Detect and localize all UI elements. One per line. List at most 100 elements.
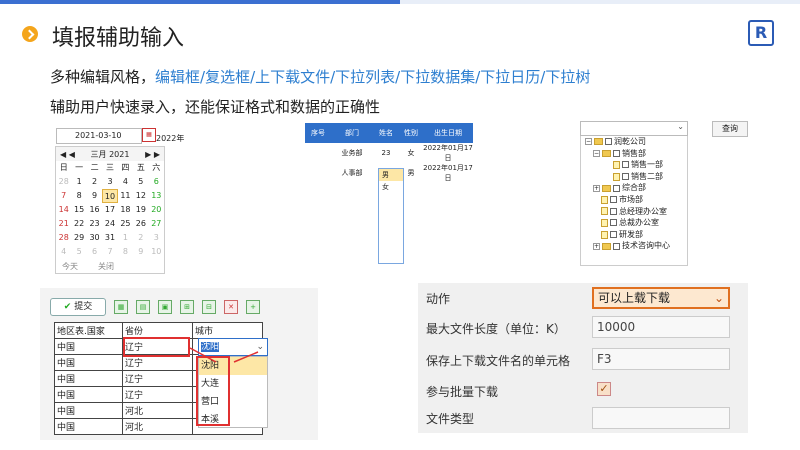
calendar-day[interactable]: 19 <box>133 203 148 217</box>
calendar-day[interactable]: 15 <box>71 203 86 217</box>
calendar-day[interactable]: 7 <box>56 189 71 203</box>
checkbox[interactable] <box>613 149 620 157</box>
checkbox[interactable] <box>613 242 620 250</box>
checkbox[interactable] <box>622 161 629 169</box>
calendar-day[interactable]: 21 <box>56 217 71 231</box>
table-cell[interactable]: 中国 <box>54 354 123 371</box>
chevron-down-icon[interactable]: ⌄ <box>714 289 724 307</box>
tree-item[interactable]: 销售一部 <box>581 159 687 171</box>
calendar-day[interactable]: 28 <box>56 231 71 245</box>
calendar-day[interactable]: 9 <box>87 189 102 203</box>
calendar-day[interactable]: 24 <box>102 217 117 231</box>
table-cell[interactable]: 河北 <box>122 418 193 435</box>
calendar-day[interactable]: 10 <box>149 245 164 259</box>
tree-item[interactable]: 销售二部 <box>581 171 687 183</box>
tree-combo-input[interactable]: ⌄ <box>580 121 688 136</box>
insert-row-icon[interactable]: ⊞ <box>180 300 194 314</box>
delete-row-icon[interactable]: ✕ <box>224 300 238 314</box>
calendar-day[interactable]: 28 <box>56 175 71 189</box>
checkbox[interactable] <box>622 173 629 181</box>
table-cell[interactable]: 中国 <box>54 386 123 403</box>
checkbox[interactable] <box>610 231 617 239</box>
calendar-day[interactable]: 8 <box>71 189 86 203</box>
calendar-day[interactable]: 22 <box>71 217 86 231</box>
calendar-day[interactable]: 26 <box>133 217 148 231</box>
calendar-day[interactable]: 6 <box>87 245 102 259</box>
calendar-day[interactable]: 17 <box>102 203 117 217</box>
gender-dropdown[interactable]: 男女 <box>378 168 404 264</box>
checkbox[interactable] <box>613 184 620 192</box>
dropdown-option[interactable]: 女 <box>379 181 403 193</box>
savecell-input[interactable]: F3 <box>592 348 730 370</box>
table-cell[interactable]: 辽宁 <box>122 386 193 403</box>
maxsize-input[interactable]: 10000 <box>592 316 730 338</box>
calendar-day[interactable]: 2 <box>133 231 148 245</box>
calendar-day[interactable]: 18 <box>118 203 133 217</box>
tree-item[interactable]: − 销售部 <box>581 148 687 160</box>
calendar-day[interactable]: 7 <box>102 245 117 259</box>
calendar-day[interactable]: 27 <box>149 217 164 231</box>
prev-nav[interactable]: ◀ ◀ <box>60 150 75 159</box>
calendar-day[interactable]: 16 <box>87 203 102 217</box>
expand-icon[interactable]: + <box>593 242 600 250</box>
calendar-day[interactable]: 14 <box>56 203 71 217</box>
table-cell[interactable]: 中国 <box>54 418 123 435</box>
save-icon[interactable]: ▣ <box>158 300 172 314</box>
calendar-day[interactable]: 12 <box>133 189 148 203</box>
tree-item[interactable]: − 润乾公司 <box>581 136 687 148</box>
calendar-day[interactable]: 8 <box>118 245 133 259</box>
tree-item[interactable]: 市场部 <box>581 194 687 206</box>
action-select[interactable]: 可以上载下载 ⌄ <box>592 287 730 309</box>
calendar-day[interactable]: 1 <box>71 175 86 189</box>
table-cell[interactable]: 中国 <box>54 402 123 419</box>
table-cell[interactable]: 中国 <box>54 338 123 355</box>
calendar-day[interactable]: 3 <box>102 175 117 189</box>
calendar-day[interactable]: 1 <box>118 231 133 245</box>
submit-button[interactable]: ✔ 提交 <box>50 298 106 316</box>
tree-item[interactable]: + 技术咨询中心 <box>581 240 687 252</box>
table-cell[interactable]: 河北 <box>122 402 193 419</box>
tree-item[interactable]: 研发部 <box>581 229 687 241</box>
tree-item[interactable]: + 综合部 <box>581 182 687 194</box>
expand-icon[interactable]: − <box>593 149 600 157</box>
calendar-day[interactable]: 3 <box>149 231 164 245</box>
calendar-icon[interactable]: ▦ <box>142 128 156 142</box>
table-cell[interactable]: 中国 <box>54 370 123 387</box>
calendar-day[interactable]: 9 <box>133 245 148 259</box>
calendar-day[interactable]: 10 <box>102 189 118 203</box>
calendar-day[interactable]: 2 <box>87 175 102 189</box>
filetype-input[interactable] <box>592 407 730 429</box>
import-icon[interactable]: ▤ <box>136 300 150 314</box>
calendar-day[interactable]: 5 <box>71 245 86 259</box>
chevron-down-icon[interactable]: ⌄ <box>677 122 684 131</box>
tree-item[interactable]: 总裁办公室 <box>581 217 687 229</box>
calendar-day[interactable]: 13 <box>149 189 164 203</box>
checkbox[interactable] <box>605 138 612 146</box>
tree-item[interactable]: 总经理办公室 <box>581 206 687 218</box>
calendar-day[interactable]: 4 <box>118 175 133 189</box>
calendar-day[interactable]: 30 <box>87 231 102 245</box>
close-button[interactable]: 关闭 <box>98 261 114 272</box>
export-excel-icon[interactable]: ▦ <box>114 300 128 314</box>
calendar-day[interactable]: 11 <box>118 189 133 203</box>
date-input[interactable]: 2021-03-10 <box>56 128 142 144</box>
table-cell[interactable]: 辽宁 <box>122 370 193 387</box>
checkbox[interactable] <box>610 207 617 215</box>
calendar-day[interactable]: 5 <box>133 175 148 189</box>
calendar-day[interactable]: 20 <box>149 203 164 217</box>
calendar-day[interactable]: 25 <box>118 217 133 231</box>
query-button[interactable]: 查询 <box>712 121 748 137</box>
dropdown-option[interactable]: 男 <box>379 169 403 181</box>
calendar-day[interactable]: 6 <box>149 175 164 189</box>
add-icon[interactable]: + <box>246 300 260 314</box>
today-button[interactable]: 今天 <box>62 261 78 272</box>
append-row-icon[interactable]: ⊟ <box>202 300 216 314</box>
calendar-day[interactable]: 29 <box>71 231 86 245</box>
checkbox[interactable] <box>610 196 617 204</box>
calendar-day[interactable]: 23 <box>87 217 102 231</box>
checkbox[interactable] <box>610 219 617 227</box>
next-nav[interactable]: ▶ ▶ <box>145 150 160 159</box>
calendar-day[interactable]: 4 <box>56 245 71 259</box>
calendar-day[interactable]: 31 <box>102 231 117 245</box>
expand-icon[interactable]: − <box>585 138 592 146</box>
